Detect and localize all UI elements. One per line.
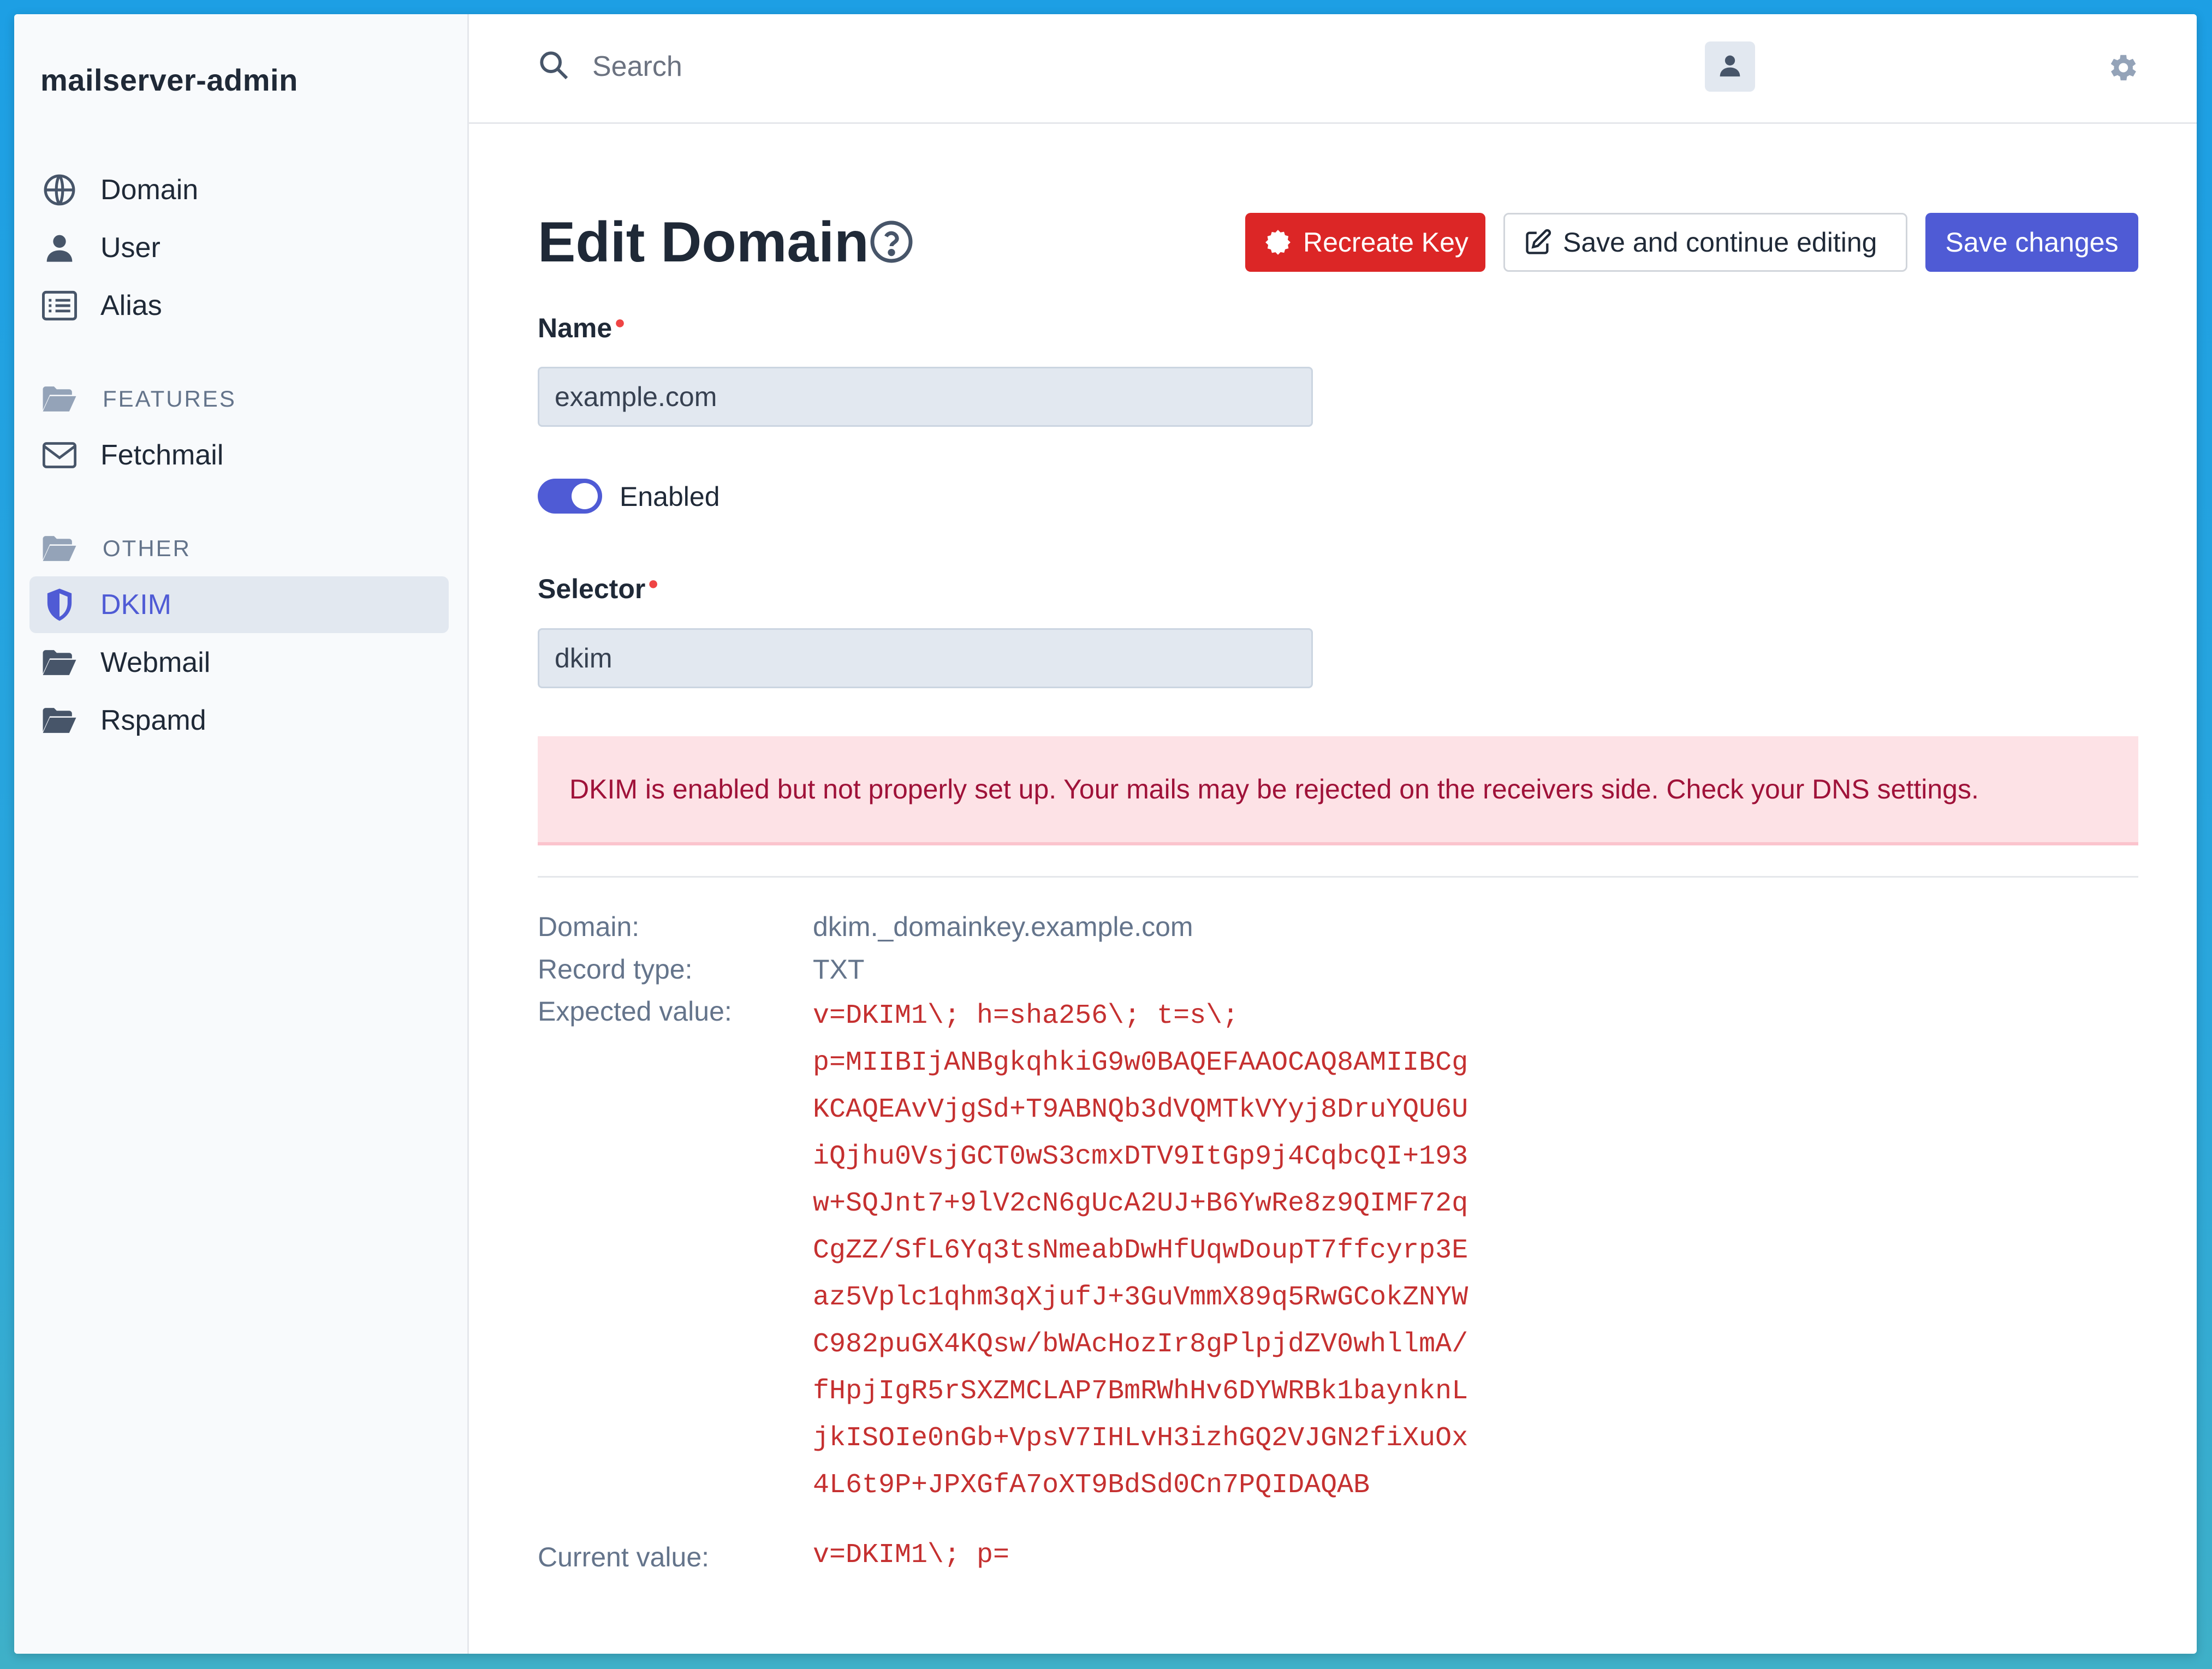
edit-icon (1523, 227, 1553, 258)
expected-value-line: iQjhu0VsjGCT0wS3cmxDTV9ItGp9j4CqbcQI+193 (813, 1141, 1468, 1172)
shield-icon (40, 586, 79, 624)
sidebar-item-rspamd[interactable]: Rspamd (29, 692, 449, 749)
expected-value-label: Expected value: (538, 996, 732, 1027)
expected-value-line: w+SQJnt7+9lV2cN6gUcA2UJ+B6YwRe8z9QIMF72q (813, 1188, 1468, 1219)
main-content: Edit Domain Recreate Key Save and contin… (469, 124, 2197, 1654)
list-icon (40, 287, 79, 325)
button-label: Save changes (1945, 227, 2119, 258)
sidebar-item-label: Fetchmail (100, 439, 224, 471)
globe-icon (40, 171, 79, 209)
user-icon (1718, 52, 1742, 82)
selector-field[interactable]: dkim (538, 628, 1313, 688)
alert-text: DKIM is enabled but not properly set up.… (569, 774, 1979, 804)
sidebar-item-label: DKIM (100, 589, 171, 621)
expected-value-line: az5Vplc1qhm3qXjufJ+3GuVmmX89q5RwGCokZNYW (813, 1282, 1468, 1313)
required-indicator: ● (647, 573, 659, 594)
dns-domain-label: Domain: (538, 911, 640, 942)
sidebar-item-domain[interactable]: Domain (29, 162, 449, 218)
page-title: Edit Domain (538, 211, 869, 274)
folder-open-icon (40, 701, 79, 740)
dkim-warning-alert: DKIM is enabled but not properly set up.… (538, 736, 2138, 845)
section-features: FEATURES (29, 374, 236, 424)
enabled-toggle[interactable] (538, 479, 602, 514)
certificate-icon (1263, 227, 1293, 258)
search-bar (538, 49, 1467, 84)
name-label-text: Name (538, 313, 613, 343)
selector-label-text: Selector (538, 574, 646, 604)
help-circle-icon[interactable] (869, 219, 914, 265)
button-label: Recreate Key (1303, 227, 1468, 258)
search-input[interactable] (591, 49, 1467, 84)
sidebar-item-label: Webmail (100, 647, 211, 678)
brand-title[interactable]: mailserver-admin (40, 62, 298, 98)
expected-value-line: jkISOIe0nGb+VpsV7IHLvH3izhGQ2VJGN2fiXuOx (813, 1423, 1468, 1454)
folder-open-icon (40, 643, 79, 682)
expected-value: v=DKIM1\; h=sha256\; t=s\; p=MIIBIjANBgk… (813, 993, 1468, 1509)
sidebar-item-label: Domain (100, 174, 199, 206)
envelope-icon (40, 436, 79, 474)
current-value: v=DKIM1\; p= (813, 1540, 1010, 1571)
expected-value-line: fHpjIgR5rSXZMCLAP7BmRWhHv6DYWRBk1baynknL (813, 1376, 1468, 1407)
record-type-value: TXT (813, 954, 865, 985)
expected-value-line: v=DKIM1\; h=sha256\; t=s\; (813, 1000, 1239, 1032)
expected-value-line: p=MIIBIjANBgkqhkiG9w0BAQEFAAOCAQ8AMIIBCg (813, 1047, 1468, 1078)
sidebar-item-label: User (100, 232, 160, 264)
dns-domain-value: dkim._domainkey.example.com (813, 911, 1193, 942)
toggle-knob (572, 483, 598, 509)
recreate-key-button[interactable]: Recreate Key (1245, 213, 1485, 272)
save-changes-button[interactable]: Save changes (1925, 213, 2138, 272)
name-field[interactable]: example.com (538, 367, 1313, 427)
expected-value-line: KCAQEAvVjgSd+T9ABNQb3dVQMTkVYyj8DruYQU6U (813, 1094, 1468, 1125)
record-type-label: Record type: (538, 954, 693, 985)
name-label: Name ● (538, 312, 626, 344)
expected-value-line: C982puGX4KQsw/bWAcHozIr8gPlpjdZV0whllmA/ (813, 1329, 1468, 1360)
button-label: Save and continue editing (1563, 227, 1877, 258)
selector-label: Selector ● (538, 573, 659, 605)
current-value-label: Current value: (538, 1542, 710, 1572)
search-icon (538, 49, 569, 84)
section-label: OTHER (103, 535, 191, 561)
sidebar-item-alias[interactable]: Alias (29, 277, 449, 334)
folder-open-icon (40, 380, 79, 418)
sidebar-item-label: Rspamd (100, 705, 206, 736)
save-and-continue-button[interactable]: Save and continue editing (1503, 213, 1907, 272)
expected-value-line: 4L6t9P+JPXGfA7oXT9BdSd0Cn7PQIDAQAB (813, 1470, 1370, 1501)
settings-gear-icon[interactable] (2104, 50, 2139, 85)
user-avatar-button[interactable] (1705, 41, 1755, 92)
user-icon (40, 229, 79, 267)
folder-open-icon (40, 529, 79, 568)
required-indicator: ● (614, 312, 626, 333)
sidebar-item-webmail[interactable]: Webmail (29, 634, 449, 691)
app-window: mailserver-admin Domain User Alias FEATU… (14, 14, 2197, 1654)
section-other: OTHER (29, 524, 191, 573)
expected-value-line: CgZZ/SfL6Yq3tsNmeabDwHfUqwDoupT7ffcyrp3E (813, 1235, 1468, 1266)
sidebar: mailserver-admin Domain User Alias FEATU… (14, 14, 469, 1654)
sidebar-item-user[interactable]: User (29, 219, 449, 276)
section-label: FEATURES (103, 386, 236, 412)
sidebar-item-dkim[interactable]: DKIM (29, 576, 449, 633)
sidebar-item-label: Alias (100, 290, 162, 321)
top-bar (469, 14, 2197, 124)
divider (538, 876, 2138, 878)
enabled-label: Enabled (620, 481, 720, 512)
sidebar-item-fetchmail[interactable]: Fetchmail (29, 427, 449, 484)
